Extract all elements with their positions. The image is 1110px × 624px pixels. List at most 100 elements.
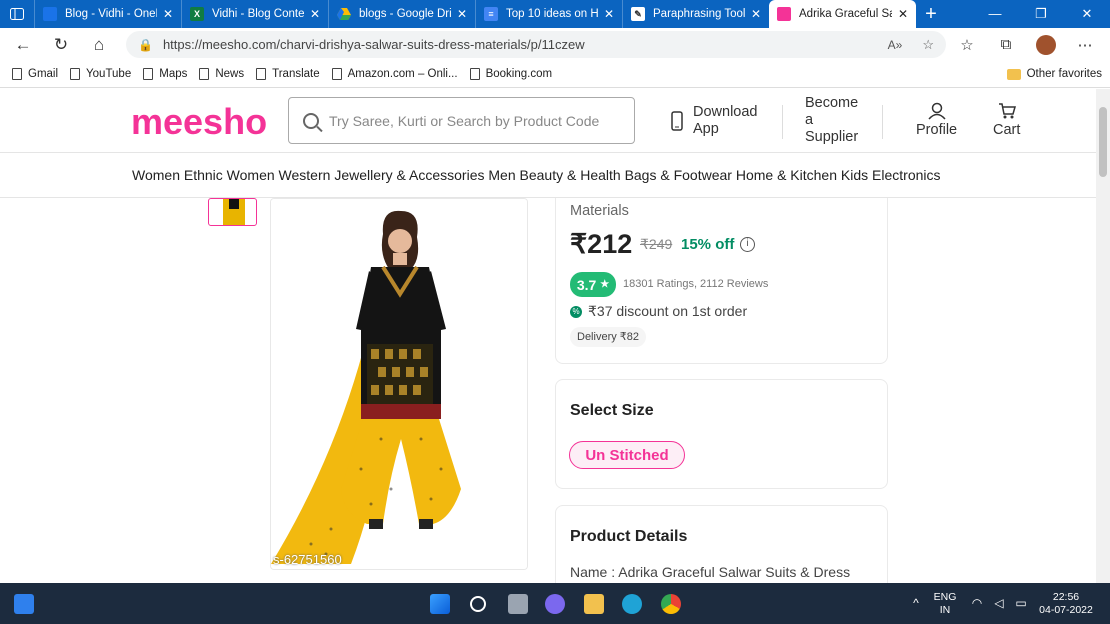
rating-count: 18301 Ratings, 2112 Reviews [623, 278, 769, 290]
url-text[interactable]: https://meesho.com/charvi-drishya-salwar… [163, 37, 585, 52]
search-input[interactable]: Try Saree, Kurti or Search by Product Co… [288, 97, 635, 144]
product-details-title: Product Details [570, 528, 688, 545]
bookmark-maps[interactable]: Maps [143, 68, 187, 80]
app-label: App [693, 121, 719, 137]
home-icon[interactable]: ⌂ [80, 35, 118, 55]
bookmark-translate[interactable]: Translate [256, 68, 320, 80]
close-icon[interactable]: ✕ [455, 7, 469, 21]
category-item[interactable]: Kids [841, 167, 868, 183]
profile-link[interactable]: Profile [916, 102, 957, 139]
bookmark-amazon[interactable]: Amazon.com – Onli... [331, 68, 458, 80]
minimize-icon[interactable]: — [972, 6, 1018, 22]
search-taskbar-icon[interactable] [470, 596, 486, 612]
tab-actions-icon[interactable] [0, 0, 34, 28]
volume-icon[interactable]: ◁ [990, 583, 1008, 624]
info-icon[interactable]: i [740, 237, 755, 252]
close-icon[interactable]: ✕ [161, 7, 175, 21]
tab-label: Vidhi - Blog Conten [212, 8, 304, 20]
new-tab-button[interactable]: + [916, 3, 946, 26]
meesho-page: meesho Try Saree, Kurti or Search by Pro… [0, 89, 1096, 583]
page-icon [70, 68, 81, 80]
category-item[interactable]: Electronics [872, 167, 940, 183]
bookmark-gmail[interactable]: Gmail [12, 68, 58, 80]
close-icon[interactable]: ✕ [896, 7, 910, 21]
bookmark-label: Gmail [28, 68, 59, 80]
refresh-icon[interactable]: ↻ [42, 35, 80, 55]
delivery-badge: Delivery ₹82 [570, 327, 647, 347]
maximize-icon[interactable]: ❐ [1018, 6, 1064, 22]
become-supplier-link[interactable]: Become a Supplier [805, 95, 858, 146]
browser-tab[interactable]: ≡ Top 10 ideas on Ho ✕ [475, 0, 622, 28]
lock-icon[interactable]: 🔒 [138, 38, 153, 52]
page-icon [12, 68, 22, 80]
download-app-link[interactable]: Download App [671, 104, 758, 138]
category-item[interactable]: Women Western [227, 167, 331, 183]
product-thumbnail[interactable] [208, 198, 257, 226]
bookmark-youtube[interactable]: YouTube [70, 68, 131, 80]
clock[interactable]: 22:56 04-07-2022 [1036, 583, 1096, 624]
other-favorites[interactable]: Other favorites [1006, 68, 1102, 80]
tray-overflow-icon[interactable]: ^ [906, 583, 926, 624]
battery-icon[interactable]: ▭ [1012, 583, 1030, 624]
product-image[interactable]: s-62751560 [270, 198, 528, 570]
collections-icon[interactable]: ⧉ [989, 28, 1023, 61]
pen-icon: ✎ [631, 7, 645, 21]
category-item[interactable]: Jewellery & Accessories [334, 167, 484, 183]
url-field[interactable]: 🔒 https://meesho.com/charvi-drishya-salw… [126, 31, 946, 58]
profile-avatar[interactable] [1029, 28, 1063, 61]
close-icon[interactable]: ✕ [749, 7, 763, 21]
edge-icon[interactable] [622, 594, 642, 614]
download-label: Download [693, 104, 758, 120]
browser-tab[interactable]: ✎ Paraphrasing Tool | ✕ [622, 0, 769, 28]
favorites-icon[interactable]: ☆ [950, 28, 984, 61]
chrome-icon[interactable] [661, 594, 681, 614]
discount-icon: % [570, 305, 582, 318]
bookmark-news[interactable]: News [199, 68, 244, 80]
page-scrollbar[interactable] [1096, 89, 1110, 583]
folder-icon [1006, 68, 1021, 80]
language-indicator[interactable]: ENG IN [930, 583, 960, 624]
tab-label: Top 10 ideas on Ho [506, 8, 598, 20]
tab-label: Paraphrasing Tool | [653, 8, 745, 20]
site-header: meesho Try Saree, Kurti or Search by Pro… [0, 89, 1096, 153]
page-icon [256, 68, 267, 80]
back-icon[interactable]: ← [4, 35, 42, 55]
google-drive-icon [337, 7, 351, 21]
category-item[interactable]: Men [488, 167, 515, 183]
more-icon[interactable]: ⋯ [1068, 28, 1102, 61]
widgets-icon[interactable] [14, 594, 34, 614]
meesho-logo[interactable]: meesho [131, 101, 267, 143]
category-item[interactable]: Home & Kitchen [736, 167, 837, 183]
task-view-icon[interactable] [508, 594, 528, 614]
read-aloud-icon[interactable]: A» [888, 38, 903, 52]
close-icon[interactable]: ✕ [308, 7, 322, 21]
star-icon: ★ [600, 279, 610, 290]
bookmark-booking[interactable]: Booking.com [469, 68, 552, 80]
scrollbar-thumb[interactable] [1099, 107, 1107, 177]
browser-tab[interactable]: blogs - Google Driv ✕ [328, 0, 475, 28]
category-item[interactable]: Beauty & Health [520, 167, 621, 183]
bookmark-label: YouTube [86, 68, 132, 80]
category-item[interactable]: Women Ethnic [132, 167, 223, 183]
window-close-icon[interactable]: ✕ [1064, 6, 1110, 22]
browser-tab-active[interactable]: Adrika Graceful Salw ✕ [769, 0, 916, 28]
add-favorite-icon[interactable]: ☆ [922, 37, 934, 53]
wifi-icon[interactable]: ◠ [968, 583, 986, 624]
bookmarks-bar: Gmail YouTube Maps News Translate Amazon… [0, 61, 1110, 88]
category-item[interactable]: Bags & Footwear [625, 167, 732, 183]
chat-icon[interactable] [545, 594, 565, 614]
browser-tab[interactable]: Blog - Vidhi - OneD ✕ [34, 0, 181, 28]
size-option[interactable]: Un Stitched [569, 441, 685, 469]
browser-tab[interactable]: X Vidhi - Blog Conten ✕ [181, 0, 328, 28]
bookmark-label: Other favorites [1026, 68, 1102, 80]
bookmark-label: Maps [159, 68, 188, 80]
close-icon[interactable]: ✕ [602, 7, 616, 21]
date-label: 04-07-2022 [1039, 603, 1093, 616]
supplier-label: Become [805, 95, 859, 111]
cart-link[interactable]: Cart [993, 102, 1020, 139]
page-icon [469, 68, 480, 80]
file-explorer-icon[interactable] [584, 594, 604, 614]
start-icon[interactable] [430, 594, 450, 614]
rating-badge: 3.7 ★ [570, 272, 616, 297]
cart-icon [998, 103, 1016, 119]
